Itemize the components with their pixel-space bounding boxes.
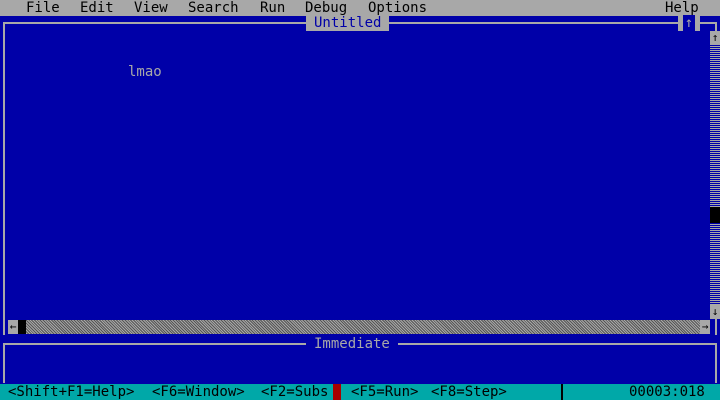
menu-debug[interactable]: Debug — [305, 0, 347, 16]
scroll-left-icon[interactable]: ← — [8, 320, 18, 334]
menu-view[interactable]: View — [134, 0, 168, 16]
scroll-up-icon[interactable]: ↑ — [710, 31, 720, 45]
vertical-scroll-thumb[interactable] — [710, 207, 720, 223]
maximize-icon: ↑ — [683, 15, 695, 31]
status-divider — [561, 384, 563, 400]
menu-bar: File Edit View Search Run Debug Options … — [0, 0, 720, 16]
hint-window[interactable]: <F6=Window> — [152, 384, 245, 400]
status-bar: <Shift+F1=Help> <F6=Window> <F2=Subs <F5… — [0, 384, 720, 400]
menu-help[interactable]: Help — [665, 0, 699, 16]
menu-run[interactable]: Run — [260, 0, 285, 16]
scroll-right-icon[interactable]: → — [700, 320, 710, 334]
hint-help[interactable]: <Shift+F1=Help> — [8, 384, 134, 400]
horizontal-scrollbar[interactable] — [18, 320, 708, 334]
cursor-position: 00003:018 — [629, 384, 705, 400]
editor-title: Untitled — [306, 15, 390, 31]
menu-options[interactable]: Options — [368, 0, 427, 16]
horizontal-scroll-thumb[interactable] — [18, 320, 26, 334]
scroll-down-icon[interactable]: ↓ — [710, 305, 720, 319]
hint-run[interactable]: <F5=Run> — [351, 384, 418, 400]
editor-window — [3, 22, 717, 335]
immediate-title: Immediate — [306, 336, 398, 352]
menu-search[interactable]: Search — [188, 0, 239, 16]
menu-file[interactable]: File — [26, 0, 60, 16]
maximize-button[interactable]: ↑ — [678, 15, 700, 31]
menu-edit[interactable]: Edit — [80, 0, 114, 16]
text-cursor — [333, 384, 341, 400]
editor-text-area[interactable]: lmao — [128, 64, 162, 80]
hint-step[interactable]: <F8=Step> — [431, 384, 507, 400]
hint-subs[interactable]: <F2=Subs — [261, 384, 328, 400]
vertical-scrollbar[interactable] — [710, 31, 720, 319]
